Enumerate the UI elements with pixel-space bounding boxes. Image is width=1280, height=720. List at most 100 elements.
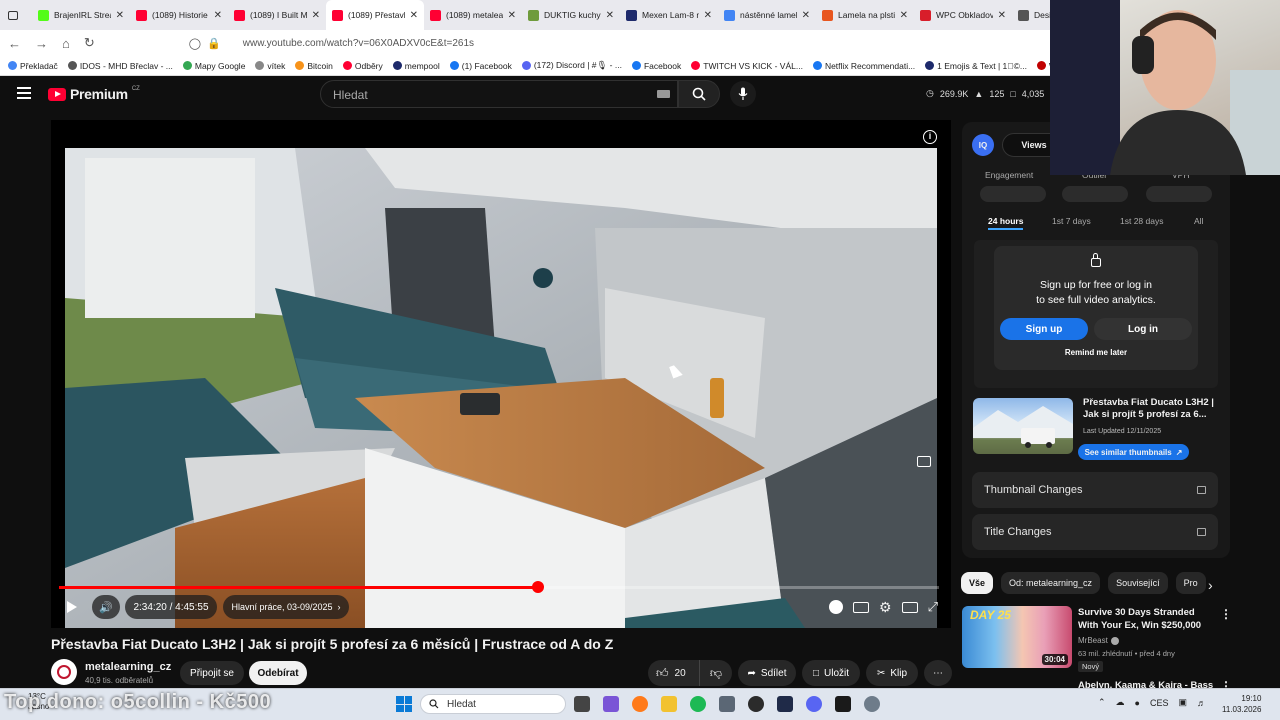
bookmark-item[interactable]: Bitcoin [295,61,333,71]
cloud-icon[interactable]: ☁ [1116,697,1125,708]
recommendation-thumbnail[interactable]: DAY 25 30:04 [962,606,1072,668]
browser-tab[interactable]: Lamela na plsti e ✕ [816,0,914,30]
thumbnail-changes-row[interactable]: Thumbnail Changes [972,472,1218,508]
tab-list-icon[interactable] [8,10,18,20]
similar-thumbnails-button[interactable]: See similar thumbnails ↗ [1078,444,1189,460]
channel-avatar[interactable] [51,659,77,685]
spotify-icon[interactable] [690,696,706,712]
search-input[interactable]: Hledat [320,80,678,108]
search-button[interactable] [678,80,720,108]
bookmark-item[interactable]: Facebook [631,61,681,71]
close-tab-icon[interactable]: ✕ [312,10,320,21]
range-28d[interactable]: 1st 28 days [1120,216,1163,226]
channel-name[interactable]: metalearning_cz [85,661,171,673]
fullscreen-icon[interactable]: ⤢ [928,599,938,615]
yt-logo[interactable]: Premium CZ [48,86,140,102]
info-icon[interactable]: i [923,130,937,144]
subscribe-button[interactable]: Odebírat [249,661,307,685]
filter-chip[interactable]: Související [1108,572,1168,594]
more-actions-button[interactable]: ⋯ [924,660,952,686]
firefox-icon[interactable] [632,696,648,712]
remind-later-link[interactable]: Remind me later [994,348,1198,357]
browser-tab[interactable]: BrajenIRL Stream ✕ [32,0,130,30]
progress-scrubber[interactable] [532,581,544,593]
obs-icon[interactable] [748,696,764,712]
chevron-right-icon[interactable]: › [1208,577,1213,593]
close-tab-icon[interactable]: ✕ [704,10,712,21]
filter-chip[interactable]: Vše [961,572,994,594]
calculator-icon[interactable] [719,696,735,712]
reload-icon[interactable]: ↻ [84,35,95,51]
subtitles-icon[interactable] [853,601,870,613]
dislike-button[interactable]: 👎︎ [700,666,732,681]
like-button[interactable]: 👍︎ 20 [648,660,700,686]
discord-icon[interactable] [806,696,822,712]
keyboard-icon[interactable] [657,90,670,98]
join-button[interactable]: Připojit se [180,661,244,685]
back-icon[interactable]: ← [8,36,21,51]
title-changes-row[interactable]: Title Changes [972,514,1218,550]
volume-button[interactable]: 🔊 [92,595,120,619]
microphone-icon[interactable]: ● [1135,698,1140,708]
voice-search-button[interactable] [730,81,756,107]
close-tab-icon[interactable]: ✕ [410,10,418,21]
recommendation-channel[interactable]: MrBeast [1078,636,1119,645]
clip-button[interactable]: ✂ Klip [866,660,918,686]
taskbar-search[interactable]: Hledat [420,694,566,714]
video-player[interactable]: i [51,120,951,628]
bookmark-item[interactable]: IDOS - MHD Břeclav - ... [67,61,173,71]
filter-chip[interactable]: Od: metalearning_cz [1001,572,1101,594]
speaker-icon[interactable]: ♬ [1197,698,1206,708]
progress-bar[interactable] [59,586,939,589]
close-tab-icon[interactable]: ✕ [606,10,614,21]
range-24h[interactable]: 24 hours [988,216,1024,230]
shield-icon[interactable] [835,696,851,712]
close-tab-icon[interactable]: ✕ [802,10,810,21]
close-tab-icon[interactable]: ✕ [900,10,908,21]
bookmark-item[interactable]: (1) Facebook [449,61,512,71]
pip-icon[interactable] [917,456,931,467]
video-thumbnail[interactable] [973,398,1073,454]
range-7d[interactable]: 1st 7 days [1052,216,1091,226]
bookmark-item[interactable]: Odběry [342,61,383,71]
save-button[interactable]: □ Uložit [802,660,860,686]
close-tab-icon[interactable]: ✕ [214,10,222,21]
home-icon[interactable]: ⌂ [62,36,70,51]
share-button[interactable]: ➦ Sdílet [738,660,796,686]
recommendation-title[interactable]: Survive 30 Days Stranded With Your Ex, W… [1078,606,1210,632]
autoplay-toggle-icon[interactable] [829,600,844,614]
browser-tab[interactable]: (1089) Přestavba ✕ [326,0,424,30]
range-all[interactable]: All [1194,216,1203,226]
menu-icon[interactable] [17,87,31,99]
play-button[interactable] [60,595,84,619]
bookmark-item[interactable]: Překladač [8,61,58,71]
browser-tab[interactable]: nástěnné lamely ✕ [718,0,816,30]
close-tab-icon[interactable]: ✕ [998,10,1006,21]
browser-tab[interactable]: Mexen Lam-8 ná ✕ [620,0,718,30]
forward-icon[interactable]: → [35,36,48,51]
explorer-icon[interactable] [661,696,677,712]
close-tab-icon[interactable]: ✕ [116,10,124,21]
language-indicator[interactable]: CES [1150,698,1169,708]
chapter-button[interactable]: Hlavní práce, 03-09/2025 › [223,595,349,619]
settings-icon[interactable] [864,696,880,712]
login-button[interactable]: Log in [1094,318,1192,340]
bookmark-item[interactable]: mempool [392,61,440,71]
signup-button[interactable]: Sign up [1000,318,1088,340]
copilot-icon[interactable] [603,696,619,712]
network-icon[interactable]: ▣ [1179,697,1188,708]
browser-tab[interactable]: (1089) Historie s ✕ [130,0,228,30]
chevron-up-icon[interactable]: ⌃ [1098,697,1106,708]
browser-tab[interactable]: (1089) I Built My ✕ [228,0,326,30]
address-bar[interactable]: www.youtube.com/watch?v=06X0ADXV0cE&t=26… [243,38,474,49]
windows-start-icon[interactable] [396,696,412,712]
shield-icon[interactable]: ◯ [189,37,201,50]
browser-tab[interactable]: (1089) metalearn ✕ [424,0,522,30]
bookmark-item[interactable]: TWITCH VS KICK - VÁL... [691,61,803,71]
bookmark-item[interactable]: 1 Emojis & Text | 1⃣©... [925,61,1027,71]
bookmark-item[interactable]: (172) Discord | #🎙 - ... [521,60,622,71]
bookmark-item[interactable]: Netflix Recommendati... [812,61,915,71]
browser-tab[interactable]: DUKTIG kuchyňk ✕ [522,0,620,30]
bookmark-item[interactable]: vítek [255,61,285,71]
theater-mode-icon[interactable] [901,601,918,613]
